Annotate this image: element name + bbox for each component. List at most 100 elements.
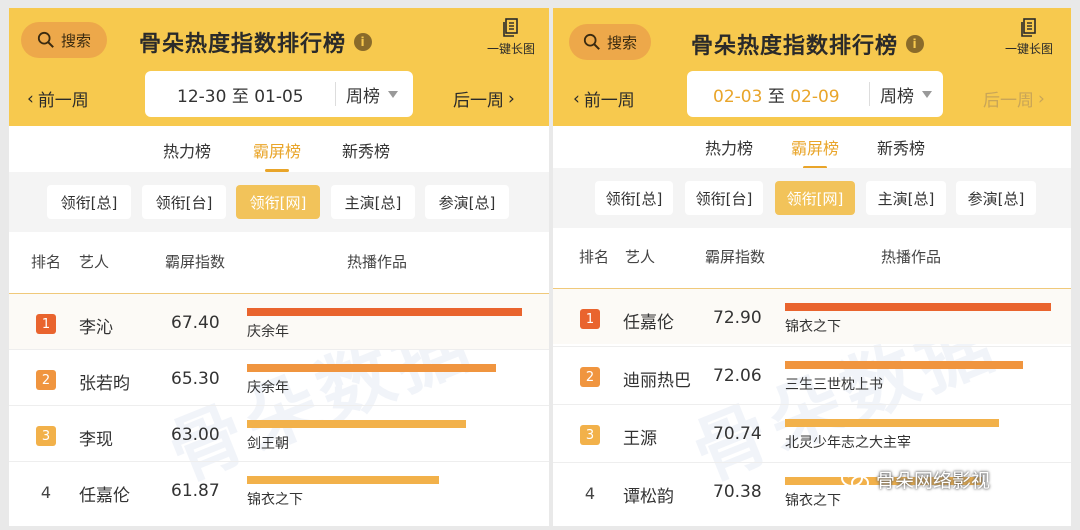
heat-bar: [247, 308, 522, 316]
next-week-button[interactable]: 后一周 ›: [453, 86, 515, 112]
period-label: 周榜: [880, 86, 914, 107]
tab-screen[interactable]: 霸屏榜: [253, 138, 301, 172]
table-row[interactable]: 4 谭松韵 70.38 锦衣之下: [553, 462, 1071, 518]
work-title[interactable]: 锦衣之下: [785, 316, 841, 336]
header-score: 霸屏指数: [165, 253, 226, 271]
artist-name[interactable]: 张若昀: [79, 369, 130, 394]
prev-week-label: 前一周: [37, 91, 89, 111]
artist-name[interactable]: 王源: [623, 424, 657, 449]
header-artist: 艺人: [79, 253, 110, 271]
artist-name[interactable]: 任嘉伦: [623, 308, 674, 333]
header-rank: 排名: [579, 248, 610, 266]
tab-heat[interactable]: 热力榜: [705, 135, 753, 159]
long-image-label: 一键长图: [1004, 42, 1053, 56]
tab-newcomer[interactable]: 新秀榜: [877, 135, 925, 159]
score-value: 70.74: [713, 424, 762, 444]
header: 搜索 骨朵热度指数排行榜 i 一键长图 ‹ 前一周 02-03 至 02-09 …: [553, 8, 1071, 126]
rank-badge: 4: [584, 483, 596, 503]
table-row[interactable]: 2 张若昀 65.30 庆余年: [9, 349, 549, 405]
table-row[interactable]: 4 任嘉伦 61.87 锦衣之下: [9, 461, 549, 517]
title-text: 骨朵热度指数排行榜: [691, 34, 899, 59]
score-value: 61.87: [171, 481, 220, 501]
heat-bar: [785, 419, 999, 427]
date-from: 02-03: [713, 86, 763, 107]
long-image-label: 一键长图: [486, 42, 535, 56]
work-title[interactable]: 剑王朝: [247, 433, 289, 453]
date-selector[interactable]: 12-30 至 01-05 周榜: [145, 71, 413, 117]
caret-down-icon: [922, 90, 932, 98]
chevron-left-icon: ‹: [573, 88, 580, 109]
filter-support-total[interactable]: 参演[总]: [425, 185, 509, 219]
score-value: 65.30: [171, 369, 220, 389]
page-title: 骨朵热度指数排行榜 i: [691, 28, 925, 60]
work-title[interactable]: 北灵少年志之大主宰: [785, 432, 911, 452]
source-mark-text: 骨朵网络影视: [876, 470, 991, 492]
info-icon[interactable]: i: [906, 35, 925, 53]
score-value: 72.06: [713, 366, 762, 386]
next-week-label: 后一周: [983, 91, 1034, 111]
next-week-label: 后一周: [453, 91, 504, 111]
search-label: 搜索: [606, 33, 637, 52]
score-value: 72.90: [713, 308, 762, 328]
score-value: 70.38: [713, 482, 762, 502]
artist-name[interactable]: 李沁: [79, 313, 113, 338]
filter-support-total[interactable]: 参演[总]: [956, 181, 1036, 215]
filter-main-total[interactable]: 主演[总]: [866, 181, 946, 215]
work-title[interactable]: 庆余年: [247, 321, 289, 341]
filter-lead-tv[interactable]: 领衔[台]: [685, 181, 763, 215]
date-selector[interactable]: 02-03 至 02-09 周榜: [687, 71, 943, 117]
artist-name[interactable]: 谭松韵: [623, 482, 674, 507]
filter-lead-total[interactable]: 领衔[总]: [47, 185, 131, 219]
table-row[interactable]: 1 李沁 67.40 庆余年: [9, 293, 549, 349]
work-title[interactable]: 锦衣之下: [247, 489, 303, 509]
table-row[interactable]: 3 王源 70.74 北灵少年志之大主宰: [553, 404, 1071, 460]
document-icon: [1021, 18, 1036, 37]
prev-week-button[interactable]: ‹ 前一周: [27, 86, 89, 112]
period-select[interactable]: 周榜: [336, 82, 398, 107]
document-icon: [503, 18, 518, 37]
caret-down-icon: [388, 90, 398, 98]
next-week-button[interactable]: 后一周 ›: [983, 86, 1045, 112]
work-title[interactable]: 庆余年: [247, 377, 289, 397]
score-value: 67.40: [171, 313, 220, 333]
long-image-button[interactable]: 一键长图: [487, 18, 535, 57]
search-button[interactable]: 搜索: [21, 22, 107, 58]
search-button[interactable]: 搜索: [569, 24, 651, 60]
artist-name[interactable]: 任嘉伦: [79, 481, 130, 506]
rank-badge: 4: [40, 482, 52, 502]
filter-lead-total[interactable]: 领衔[总]: [595, 181, 673, 215]
rank-badge: 3: [36, 426, 56, 446]
artist-name[interactable]: 迪丽热巴: [623, 366, 691, 391]
header-artist: 艺人: [625, 248, 656, 266]
heat-bar: [247, 420, 466, 428]
work-title[interactable]: 锦衣之下: [785, 490, 841, 510]
header-works: 热播作品: [347, 253, 408, 271]
table-row[interactable]: 3 李现 63.00 剑王朝: [9, 405, 549, 461]
search-label: 搜索: [60, 31, 91, 50]
tab-heat[interactable]: 热力榜: [163, 138, 211, 162]
date-separator: 至: [231, 86, 249, 107]
prev-week-button[interactable]: ‹ 前一周: [573, 86, 635, 112]
chevron-left-icon: ‹: [27, 88, 34, 109]
filter-lead-web[interactable]: 领衔[网]: [236, 185, 320, 219]
tab-screen[interactable]: 霸屏榜: [791, 135, 839, 169]
date-range: 12-30 至 01-05: [145, 82, 335, 107]
info-icon[interactable]: i: [354, 33, 373, 51]
date-to: 01-05: [254, 86, 304, 107]
filter-lead-tv[interactable]: 领衔[台]: [142, 185, 226, 219]
prev-week-label: 前一周: [583, 91, 635, 111]
source-watermark: 骨朵网络影视: [840, 466, 990, 493]
table-row[interactable]: 2 迪丽热巴 72.06 三生三世枕上书: [553, 346, 1071, 402]
tab-bar: 热力榜 霸屏榜 新秀榜: [553, 126, 1071, 172]
score-value: 63.00: [171, 425, 220, 445]
filter-main-total[interactable]: 主演[总]: [331, 185, 415, 219]
filter-lead-web[interactable]: 领衔[网]: [775, 181, 855, 215]
header-rank: 排名: [31, 253, 62, 271]
search-icon: [583, 33, 600, 50]
table-row[interactable]: 1 任嘉伦 72.90 锦衣之下: [553, 288, 1071, 344]
artist-name[interactable]: 李现: [79, 425, 113, 450]
tab-newcomer[interactable]: 新秀榜: [342, 138, 390, 162]
period-select[interactable]: 周榜: [870, 82, 932, 107]
long-image-button[interactable]: 一键长图: [1005, 18, 1053, 57]
work-title[interactable]: 三生三世枕上书: [785, 374, 883, 394]
